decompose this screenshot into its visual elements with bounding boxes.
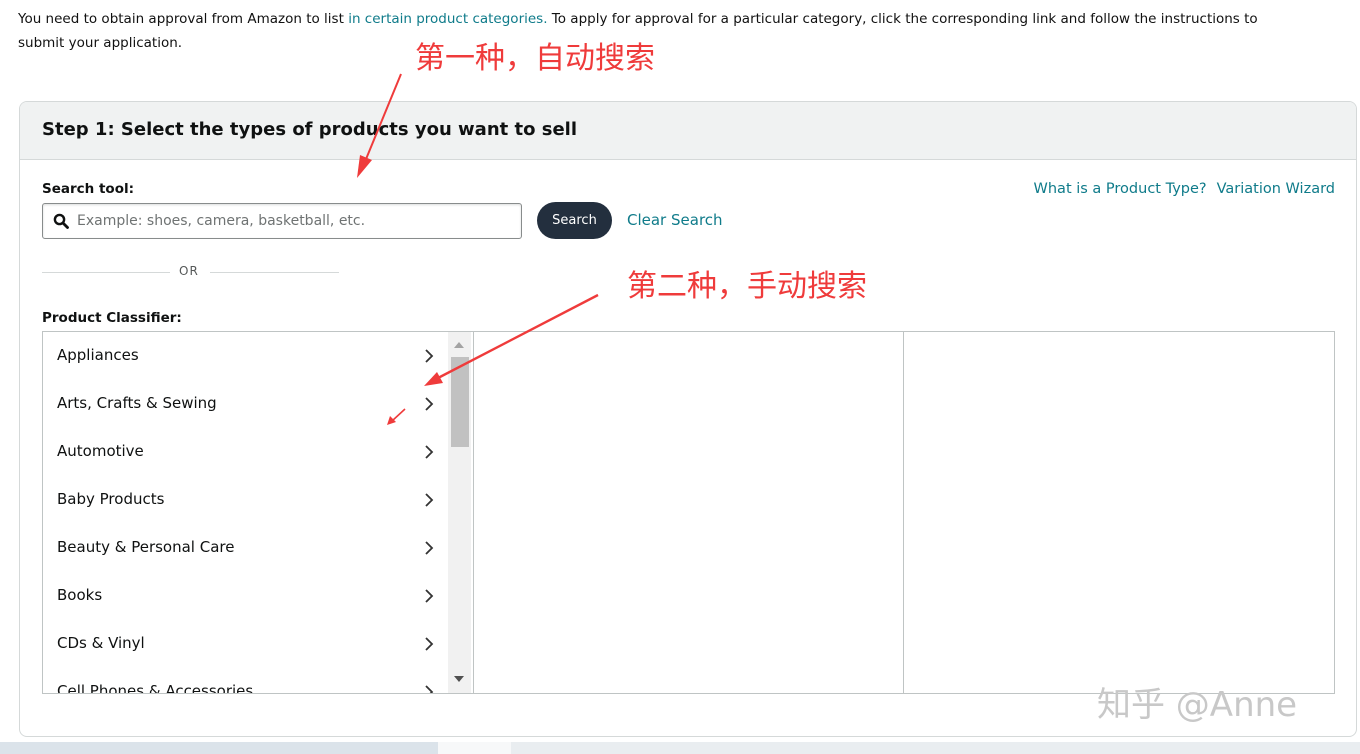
help-links: What is a Product Type? Variation Wizard [1034, 181, 1335, 197]
search-tool-label: Search tool: [42, 181, 134, 197]
search-input[interactable] [77, 209, 507, 233]
category-item-baby-products[interactable]: Baby Products [43, 476, 448, 524]
product-categories-link[interactable]: in certain product categories. [348, 11, 547, 27]
step1-title: Step 1: Select the types of products you… [42, 119, 577, 140]
or-line-right [210, 272, 339, 273]
step1-panel: Step 1: Select the types of products you… [19, 101, 1357, 737]
what-is-product-type-link[interactable]: What is a Product Type? [1034, 181, 1207, 197]
category-column-1: Appliances Arts, Crafts & Sewing Automot… [43, 332, 471, 693]
category-scrollbar[interactable] [448, 332, 471, 693]
or-divider: OR [42, 262, 339, 282]
watermark: 知乎 @Anne [1097, 685, 1298, 725]
category-item-cds-vinyl[interactable]: CDs & Vinyl [43, 620, 448, 668]
chevron-right-icon [425, 541, 434, 555]
category-column-2-divider [473, 332, 474, 693]
search-button[interactable]: Search [537, 202, 612, 239]
product-classifier: Appliances Arts, Crafts & Sewing Automot… [42, 331, 1335, 694]
scroll-down-arrow-icon[interactable] [454, 676, 464, 682]
category-item-books[interactable]: Books [43, 572, 448, 620]
bottom-strip-segment [438, 742, 511, 754]
scroll-up-arrow-icon[interactable] [454, 342, 464, 348]
clear-search-link[interactable]: Clear Search [627, 211, 723, 229]
category-label: Cell Phones & Accessories [57, 682, 254, 693]
category-label: Automotive [57, 442, 144, 460]
category-column-3-divider [903, 332, 904, 693]
category-label: Books [57, 586, 103, 604]
category-label: Appliances [57, 346, 139, 364]
scroll-thumb[interactable] [451, 357, 469, 447]
chevron-right-icon [425, 493, 434, 507]
approval-intro-text: You need to obtain approval from Amazon … [18, 7, 1308, 55]
product-classifier-label: Product Classifier: [42, 310, 182, 326]
category-label: Arts, Crafts & Sewing [57, 394, 217, 412]
category-item-appliances[interactable]: Appliances [43, 332, 448, 380]
variation-wizard-link[interactable]: Variation Wizard [1217, 181, 1335, 197]
chevron-right-icon [425, 349, 434, 363]
chevron-right-icon [425, 637, 434, 651]
chevron-right-icon [425, 589, 434, 603]
or-text: OR [179, 264, 199, 278]
chevron-right-icon [425, 685, 434, 693]
category-label: Beauty & Personal Care [57, 538, 235, 556]
annotation-second-method: 第二种，手动搜索 [627, 269, 867, 304]
bottom-strip-segment [0, 742, 438, 754]
chevron-right-icon [425, 445, 434, 459]
category-label: Baby Products [57, 490, 165, 508]
category-item-arts-crafts-sewing[interactable]: Arts, Crafts & Sewing [43, 380, 448, 428]
intro-text-before: You need to obtain approval from Amazon … [18, 11, 349, 27]
search-box[interactable] [42, 203, 522, 239]
category-item-automotive[interactable]: Automotive [43, 428, 448, 476]
chevron-right-icon [425, 397, 434, 411]
category-label: CDs & Vinyl [57, 634, 145, 652]
search-icon [53, 213, 69, 229]
or-line-left [42, 272, 170, 273]
category-item-beauty-personal-care[interactable]: Beauty & Personal Care [43, 524, 448, 572]
category-item-cell-phones[interactable]: Cell Phones & Accessories [43, 668, 448, 693]
bottom-strip [0, 742, 1360, 754]
annotation-first-method: 第一种，自动搜索 [415, 41, 655, 76]
